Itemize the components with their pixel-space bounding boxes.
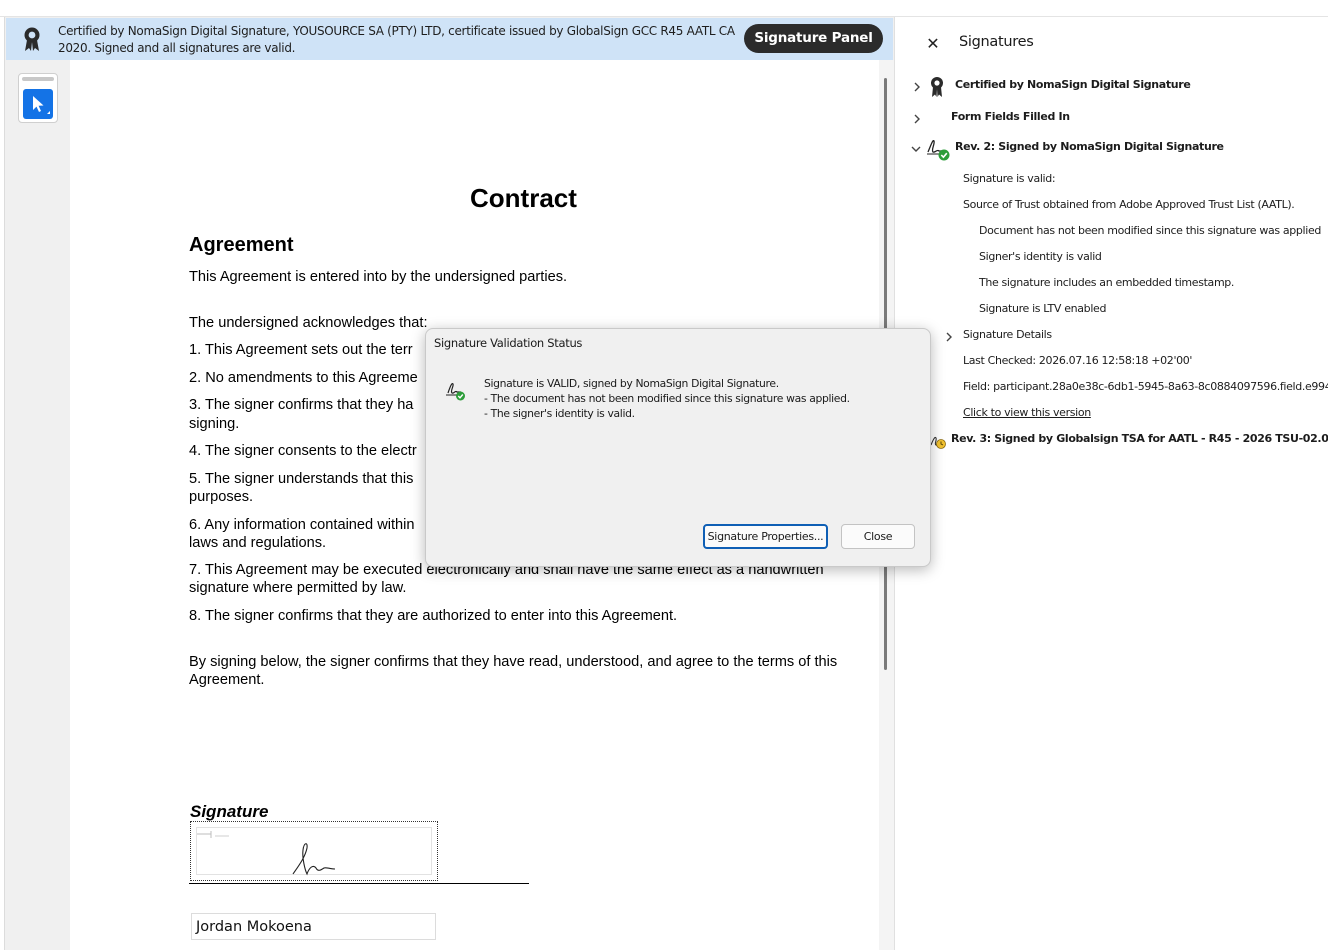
detail-not-modified: Document has not been modified since thi… — [979, 224, 1322, 237]
signer-name-field[interactable]: Jordan Mokoena — [191, 913, 436, 940]
close-icon[interactable]: ✕ — [924, 33, 942, 55]
palette-drag-handle[interactable] — [22, 77, 54, 81]
handwritten-signature-image — [197, 831, 336, 876]
detail-signature-details[interactable]: Signature Details — [963, 328, 1052, 341]
app-window: Certified by NomaSign Digital Signature,… — [0, 0, 1328, 950]
chevron-right-icon[interactable] — [912, 82, 922, 92]
dialog-line: Signature is VALID, signed by NomaSign D… — [484, 377, 779, 390]
tree-item-rev2[interactable]: Rev. 2: Signed by NomaSign Digital Signa… — [955, 140, 1224, 153]
signature-panel-button[interactable]: Signature Panel — [744, 24, 883, 53]
document-title: Contract — [470, 183, 577, 213]
detail-last-checked: Last Checked: 2026.07.16 12:58:18 +02'00… — [963, 354, 1193, 367]
dialog-line: - The signer's identity is valid. — [484, 407, 635, 420]
detail-ltv: Signature is LTV enabled — [979, 302, 1107, 315]
banner-message: Certified by NomaSign Digital Signature,… — [58, 24, 735, 55]
valid-signature-icon — [927, 139, 950, 161]
select-tool-button[interactable] — [23, 89, 53, 119]
certificate-ribbon-icon — [931, 77, 943, 97]
panel-title: Signatures — [959, 34, 1034, 50]
detail-signature-valid: Signature is valid: — [963, 172, 1056, 185]
dialog-line: - The document has not been modified sin… — [484, 392, 850, 405]
section-heading: Agreement — [189, 234, 294, 256]
tool-palette — [18, 73, 58, 123]
chevron-right-icon[interactable] — [944, 332, 954, 342]
dialog-message: Signature is VALID, signed by NomaSign D… — [484, 376, 850, 421]
closing-paragraph: By signing below, the signer confirms th… — [189, 654, 838, 689]
detail-source-of-trust: Source of Trust obtained from Adobe Appr… — [963, 198, 1295, 211]
signature-underline — [189, 883, 529, 884]
tree-item-rev3[interactable]: Rev. 3: Signed by Globalsign TSA for AAT… — [951, 432, 1328, 445]
timestamp-signature-icon — [930, 436, 946, 449]
view-version-link[interactable]: Click to view this version — [963, 406, 1091, 419]
valid-signature-icon — [446, 382, 465, 401]
signature-properties-button[interactable]: Signature Properties... — [703, 524, 828, 549]
dialog-title: Signature Validation Status — [434, 336, 583, 350]
tree-item-form-fields[interactable]: Form Fields Filled In — [951, 110, 1070, 123]
detail-field-name: Field: participant.28a0e38c-6db1-5945-8a… — [963, 380, 1328, 393]
detail-identity-valid: Signer's identity is valid — [979, 250, 1102, 263]
chevron-down-icon[interactable] — [911, 144, 921, 154]
certificate-ribbon-icon — [24, 27, 40, 51]
tree-item-certified[interactable]: Certified by NomaSign Digital Signature — [955, 78, 1191, 91]
top-strip — [0, 0, 1328, 17]
signature-label: Signature — [190, 802, 269, 821]
close-button[interactable]: Close — [841, 524, 915, 549]
signature-appearance — [196, 827, 432, 876]
cursor-arrow-icon — [33, 96, 50, 114]
list-item: 8. The signer confirms that they are aut… — [189, 608, 678, 624]
left-rail — [0, 17, 5, 950]
paragraph: This Agreement is entered into by the un… — [189, 269, 568, 285]
signatures-panel — [894, 17, 1328, 950]
detail-timestamp: The signature includes an embedded times… — [979, 276, 1235, 289]
chevron-right-icon[interactable] — [912, 114, 922, 124]
